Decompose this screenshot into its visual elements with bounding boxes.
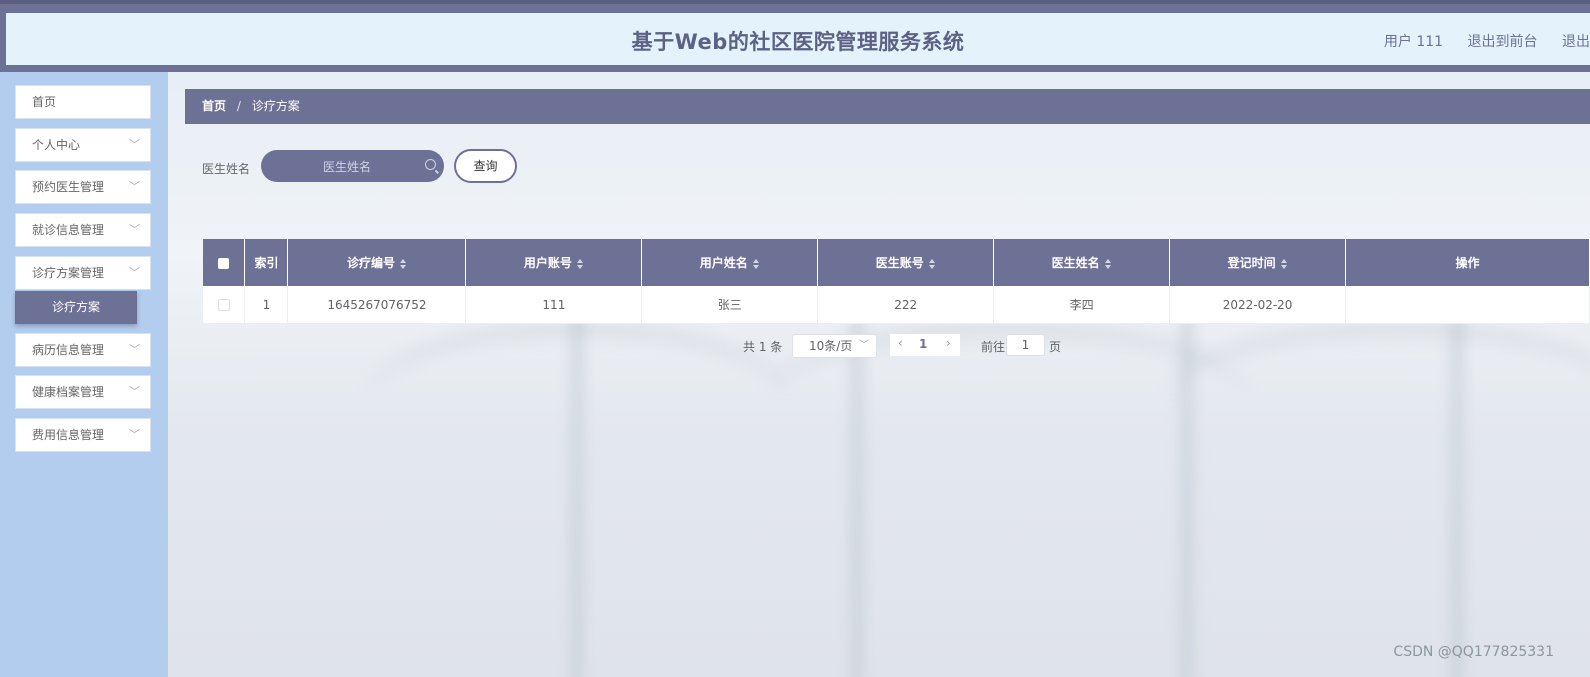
app-title: 基于Web的社区医院管理服务系统 [631, 30, 965, 54]
page-size-select[interactable]: 10条/页 ﹀ [792, 334, 877, 358]
background-image [1448, 312, 1466, 677]
background-image [1168, 322, 1590, 476]
breadcrumb: 首页 / 诊疗方案 [185, 89, 1590, 124]
sidebar-subitem-treatment-plan[interactable]: 诊疗方案 [15, 291, 137, 324]
row-checkbox[interactable] [203, 286, 246, 324]
sidebar-item-label: 诊疗方案管理 [32, 266, 105, 280]
sidebar-item-health-archive[interactable]: 健康档案管理 ﹀ [15, 375, 151, 409]
cell-code: 1645267076752 [287, 286, 467, 324]
app-header: 基于Web的社区医院管理服务系统 用户 111 退出到前台 退出 [0, 4, 1590, 72]
cell-time: 2022-02-20 [1169, 286, 1347, 324]
column-header-label: 登记时间 [1227, 256, 1276, 270]
background-image [848, 312, 866, 677]
chevron-down-icon: ﹀ [129, 223, 140, 236]
column-header-user-name[interactable]: 用户姓名 [641, 239, 819, 286]
sidebar-item-label: 预约医生管理 [32, 180, 105, 194]
chevron-left-icon[interactable]: ‹ [898, 336, 903, 350]
column-header-user-account[interactable]: 用户账号 [465, 239, 643, 286]
cell-user-name: 张三 [641, 286, 819, 324]
sidebar-item-label: 就诊信息管理 [32, 223, 105, 237]
column-header-label: 用户账号 [523, 256, 572, 270]
column-header-label: 医生姓名 [1051, 256, 1100, 270]
breadcrumb-separator: / [236, 99, 241, 113]
chevron-right-icon[interactable]: › [946, 336, 951, 350]
pagination-total: 共 1 条 [743, 340, 783, 354]
search-label: 医生姓名 [202, 162, 251, 176]
sidebar-item-label: 费用信息管理 [32, 428, 105, 442]
logout-link[interactable]: 退出 [1562, 34, 1590, 50]
sidebar-item-visit-info[interactable]: 就诊信息管理 ﹀ [15, 213, 151, 247]
column-header-actions: 操作 [1345, 239, 1590, 286]
sidebar-item-appointment[interactable]: 预约医生管理 ﹀ [15, 170, 151, 204]
cell-user-account: 111 [465, 286, 643, 324]
chevron-down-icon: ﹀ [129, 180, 140, 193]
background-image [1178, 312, 1196, 677]
breadcrumb-home[interactable]: 首页 [202, 99, 226, 113]
treatment-plan-table: 索引 诊疗编号 用户账号 用户姓名 医生账号 医生姓名 登记时间 操作 1 16… [203, 239, 1590, 324]
watermark: CSDN @QQ177825331 [1393, 644, 1554, 660]
chevron-down-icon: ﹀ [129, 138, 140, 151]
checkbox-icon [218, 257, 230, 269]
sort-icon[interactable] [1280, 258, 1288, 269]
select-all-checkbox[interactable] [203, 239, 246, 286]
goto-label: 前往 [981, 340, 1006, 354]
back-to-front-link[interactable]: 退出到前台 [1468, 34, 1538, 50]
cell-actions [1345, 286, 1590, 324]
header-actions: 用户 111 退出到前台 退出 [1384, 31, 1590, 51]
sidebar-item-label: 健康档案管理 [32, 385, 105, 399]
page-suffix: 页 [1049, 340, 1062, 354]
main-content: 首页 / 诊疗方案 医生姓名 查询 索引 诊疗编号 用户账号 用户姓名 [168, 72, 1590, 677]
chevron-down-icon: ﹀ [129, 428, 140, 441]
sidebar-item-fees[interactable]: 费用信息管理 ﹀ [15, 418, 151, 452]
page-number-current[interactable]: 1 [919, 337, 927, 351]
column-header-time[interactable]: 登记时间 [1169, 239, 1347, 286]
sidebar-item-label: 病历信息管理 [32, 343, 105, 357]
sidebar-item-label: 个人中心 [32, 138, 81, 152]
column-header-doctor-account[interactable]: 医生账号 [817, 239, 995, 286]
sort-icon[interactable] [399, 258, 407, 269]
current-user-label: 用户 111 [1383, 34, 1444, 50]
sort-icon[interactable] [576, 258, 584, 269]
sort-icon[interactable] [1104, 258, 1112, 269]
chevron-down-icon: ﹀ [129, 266, 140, 279]
page-nav: ‹ 1 › [890, 334, 960, 356]
query-button[interactable]: 查询 [454, 149, 517, 183]
sort-icon[interactable] [752, 258, 760, 269]
chevron-down-icon: ﹀ [859, 340, 869, 351]
column-header-label: 诊疗编号 [346, 256, 395, 270]
breadcrumb-current: 诊疗方案 [251, 99, 300, 113]
sidebar-item-medical-records[interactable]: 病历信息管理 ﹀ [15, 333, 151, 367]
doctor-name-search-input[interactable] [275, 150, 419, 184]
chevron-down-icon: ﹀ [129, 385, 140, 398]
table-row: 1 1645267076752 111 张三 222 李四 2022-02-20 [203, 286, 1590, 324]
page-size-value: 10条/页 [809, 339, 853, 353]
sidebar-item-treatment-plan[interactable]: 诊疗方案管理 ﹀ [15, 256, 151, 290]
cell-doctor-name: 李四 [993, 286, 1171, 324]
column-header-code[interactable]: 诊疗编号 [287, 239, 467, 286]
search-icon [425, 159, 436, 170]
cell-doctor-account: 222 [817, 286, 995, 324]
search-box [261, 150, 444, 184]
sidebar: 首页 个人中心 ﹀ 预约医生管理 ﹀ 就诊信息管理 ﹀ 诊疗方案管理 ﹀ 诊疗方… [0, 72, 168, 677]
column-header-label: 医生账号 [875, 256, 924, 270]
column-header-index: 索引 [244, 239, 289, 286]
sort-icon[interactable] [928, 258, 936, 269]
header-panel: 基于Web的社区医院管理服务系统 用户 111 退出到前台 退出 [6, 13, 1590, 65]
cell-index: 1 [244, 286, 289, 324]
goto-page-input[interactable] [1006, 334, 1045, 356]
column-header-label: 用户姓名 [699, 256, 748, 270]
background-image [568, 312, 586, 677]
sidebar-item-label: 首页 [32, 95, 57, 109]
chevron-down-icon: ﹀ [129, 343, 140, 356]
column-header-doctor-name[interactable]: 医生姓名 [993, 239, 1171, 286]
table-header-row: 索引 诊疗编号 用户账号 用户姓名 医生账号 医生姓名 登记时间 操作 [203, 239, 1590, 286]
checkbox-icon [217, 299, 230, 311]
sidebar-item-home[interactable]: 首页 [15, 85, 151, 119]
sidebar-item-personal-center[interactable]: 个人中心 ﹀ [15, 128, 151, 162]
